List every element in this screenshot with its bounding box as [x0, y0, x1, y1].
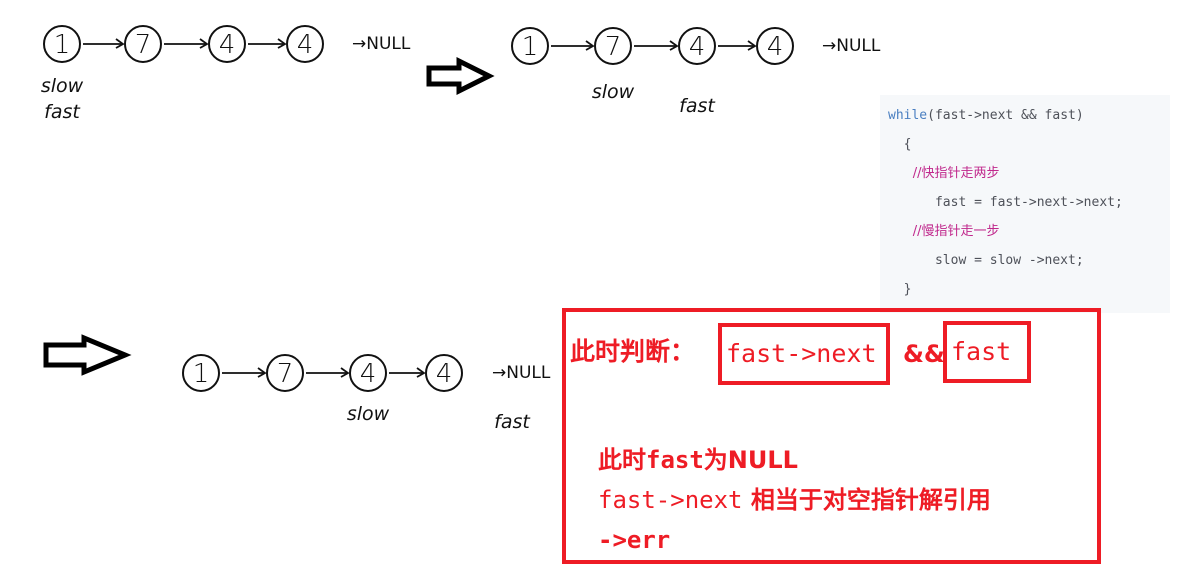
code-snippet: while(fast->next && fast) { //快指针走两步 fas… [880, 95, 1170, 313]
pointer-label-fast: fast [44, 101, 81, 123]
code-line: slow = slow ->next; [888, 253, 1084, 268]
explanation-box: 此时判断： fast->next && fast 此时fast为NULL fas… [562, 308, 1101, 564]
next-link-arrow [248, 38, 287, 49]
null-terminator: →NULL [822, 36, 881, 56]
node-value: 4 [689, 32, 706, 62]
code-comment: //慢指针走一步 [888, 224, 1000, 239]
node-value: 4 [297, 30, 314, 60]
highlight-fast-next: fast->next [718, 323, 890, 385]
condition-label: 此时判断： [570, 337, 696, 366]
text: ->err [598, 526, 671, 554]
code-comment: //快指针走两步 [888, 166, 1000, 181]
pointer-label-slow: slow [41, 75, 84, 97]
step-initial: 1 7 4 4 →NULL slow fast [41, 25, 411, 123]
next-link-arrow [164, 38, 209, 49]
code-line: { [888, 137, 912, 152]
list-node: 4 [286, 25, 324, 63]
text: 相当于对空指针解引用 [742, 486, 991, 514]
list-node: 4 [756, 27, 794, 65]
next-link-arrow [551, 40, 595, 51]
code-line: fast = fast->next->next; [888, 195, 1123, 210]
list-node: 4 [349, 354, 387, 392]
null-terminator: →NULL [492, 363, 551, 383]
explanation-line: ->err [598, 520, 991, 560]
next-link-arrow [389, 367, 426, 378]
node-value: 4 [360, 359, 377, 389]
pointer-label-slow: slow [347, 403, 390, 425]
code-keyword: while [888, 108, 928, 123]
list-node: 4 [208, 25, 246, 63]
node-value: 4 [219, 30, 236, 60]
next-link-arrow [83, 38, 125, 49]
condition-operator: && [903, 340, 945, 368]
next-link-arrow [222, 367, 267, 378]
text: 为NULL [703, 446, 798, 474]
node-value: 4 [767, 32, 784, 62]
list-node: 7 [124, 25, 162, 63]
text: fast->next [598, 486, 743, 514]
node-value: 4 [436, 359, 453, 389]
explanation-line: 此时fast为NULL [598, 440, 991, 480]
list-node: 7 [266, 354, 304, 392]
pointer-label-fast: fast [679, 95, 716, 117]
node-value: 7 [277, 359, 294, 389]
step-after-two-iterations: 1 7 4 4 →NULL slow fast [182, 354, 551, 433]
list-node: 1 [43, 25, 81, 63]
text: fast [646, 446, 704, 474]
explanation-line: fast->next 相当于对空指针解引用 [598, 480, 991, 520]
next-link-arrow [634, 40, 679, 51]
list-node: 7 [594, 27, 632, 65]
explanation-text: 此时fast为NULL fast->next 相当于对空指针解引用 ->err [598, 440, 991, 560]
node-value: 7 [135, 30, 152, 60]
highlight-fast: fast [943, 321, 1031, 383]
node-value: 1 [522, 32, 539, 62]
code-text: (fast->next && fast) [927, 108, 1084, 123]
list-node: 4 [678, 27, 716, 65]
list-node: 1 [182, 354, 220, 392]
transition-arrow-icon [43, 334, 132, 376]
text: 此时 [598, 446, 646, 474]
node-value: 1 [54, 30, 71, 60]
next-link-arrow [306, 367, 350, 378]
null-terminator: →NULL [352, 34, 411, 54]
list-node: 1 [511, 27, 549, 65]
code-line-while: while(fast->next && fast) [888, 106, 1170, 135]
node-value: 7 [605, 32, 622, 62]
next-link-arrow [718, 40, 757, 51]
pointer-label-fast: fast [494, 411, 531, 433]
pointer-label-slow: slow [592, 81, 635, 103]
list-node: 4 [425, 354, 463, 392]
step-after-one-iteration: 1 7 4 4 →NULL slow fast [511, 27, 881, 117]
node-value: 1 [193, 359, 210, 389]
code-line: } [888, 282, 912, 297]
transition-arrow-icon [426, 56, 495, 96]
